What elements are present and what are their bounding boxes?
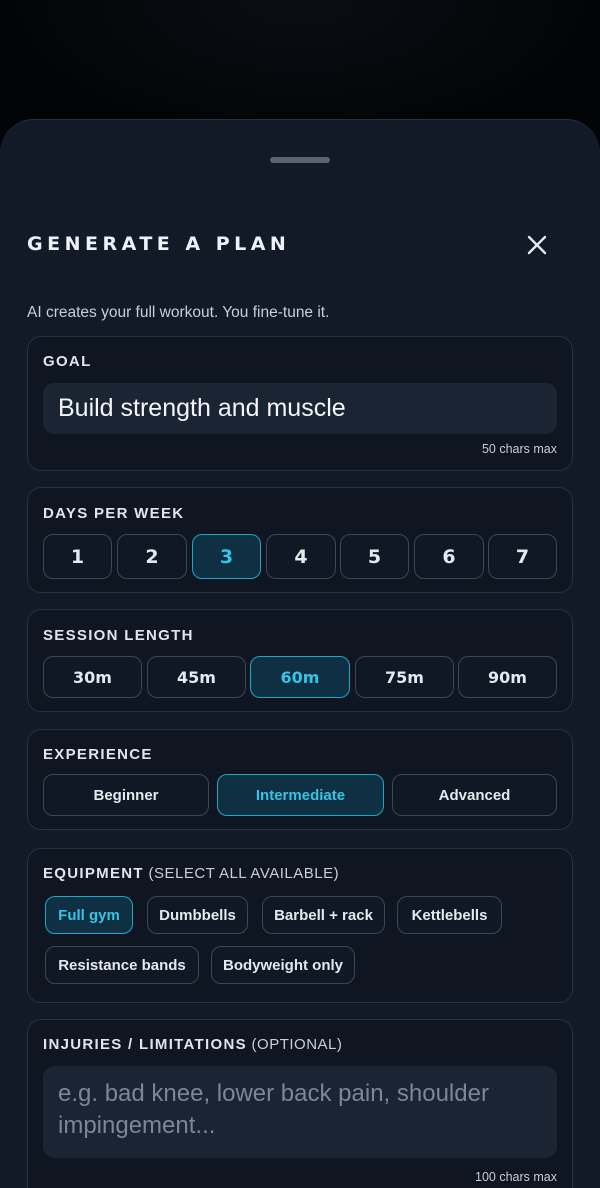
equipment-chip-kettlebells[interactable]: Kettlebells: [397, 896, 502, 934]
session-option-45m[interactable]: 45m: [147, 656, 246, 698]
close-icon: [527, 235, 547, 255]
equipment-chip-dumbbells[interactable]: Dumbbells: [147, 896, 248, 934]
equipment-label-main: EQUIPMENT: [43, 865, 144, 882]
days-option-4[interactable]: 4: [266, 534, 336, 579]
close-button[interactable]: [521, 229, 553, 261]
equipment-chip-full-gym[interactable]: Full gym: [45, 896, 133, 934]
session-length-label: SESSION LENGTH: [43, 627, 194, 644]
experience-card: EXPERIENCE Beginner Intermediate Advance…: [27, 729, 573, 830]
drag-handle[interactable]: [270, 157, 330, 163]
generate-plan-sheet: GENERATE A PLAN AI creates your full wor…: [0, 119, 600, 1188]
equipment-label: EQUIPMENT (SELECT ALL AVAILABLE): [43, 865, 339, 882]
session-option-75m[interactable]: 75m: [355, 656, 454, 698]
experience-option-intermediate[interactable]: Intermediate: [217, 774, 384, 816]
sheet-subtitle: AI creates your full workout. You fine-t…: [27, 304, 330, 321]
experience-option-beginner[interactable]: Beginner: [43, 774, 209, 816]
equipment-chip-barbell-rack[interactable]: Barbell + rack: [262, 896, 385, 934]
equipment-card: EQUIPMENT (SELECT ALL AVAILABLE) Full gy…: [27, 848, 573, 1003]
goal-card: GOAL Build strength and muscle 50 chars …: [27, 336, 573, 471]
days-option-6[interactable]: 6: [414, 534, 484, 579]
days-option-3[interactable]: 3: [192, 534, 261, 579]
days-option-5[interactable]: 5: [340, 534, 409, 579]
injuries-label-main: INJURIES / LIMITATIONS: [43, 1036, 247, 1053]
session-option-60m[interactable]: 60m: [250, 656, 350, 698]
days-per-week-label: DAYS PER WEEK: [43, 505, 185, 522]
days-option-2[interactable]: 2: [117, 534, 187, 579]
equipment-label-hint: (SELECT ALL AVAILABLE): [143, 865, 340, 882]
session-option-90m[interactable]: 90m: [458, 656, 557, 698]
experience-label: EXPERIENCE: [43, 746, 153, 763]
session-length-card: SESSION LENGTH 30m 45m 60m 75m 90m: [27, 609, 573, 712]
injuries-char-limit: 100 chars max: [475, 1170, 557, 1184]
injuries-label-hint: (OPTIONAL): [246, 1036, 343, 1053]
sheet-title: GENERATE A PLAN: [27, 233, 291, 255]
goal-label: GOAL: [43, 353, 92, 370]
goal-input-value: Build strength and muscle: [58, 394, 346, 422]
injuries-textarea[interactable]: e.g. bad knee, lower back pain, shoulder…: [43, 1066, 557, 1158]
injuries-label: INJURIES / LIMITATIONS (OPTIONAL): [43, 1036, 342, 1053]
equipment-chip-bodyweight-only[interactable]: Bodyweight only: [211, 946, 355, 984]
goal-char-limit: 50 chars max: [481, 442, 557, 456]
days-per-week-card: DAYS PER WEEK 1 2 3 4 5 6 7: [27, 487, 573, 593]
session-option-30m[interactable]: 30m: [43, 656, 142, 698]
injuries-placeholder: e.g. bad knee, lower back pain, shoulder…: [58, 1080, 489, 1139]
experience-option-advanced[interactable]: Advanced: [392, 774, 557, 816]
equipment-chip-resistance-bands[interactable]: Resistance bands: [45, 946, 199, 984]
days-option-1[interactable]: 1: [43, 534, 112, 579]
injuries-card: INJURIES / LIMITATIONS (OPTIONAL) e.g. b…: [27, 1019, 573, 1188]
days-option-7[interactable]: 7: [488, 534, 557, 579]
goal-input[interactable]: Build strength and muscle: [43, 383, 557, 434]
